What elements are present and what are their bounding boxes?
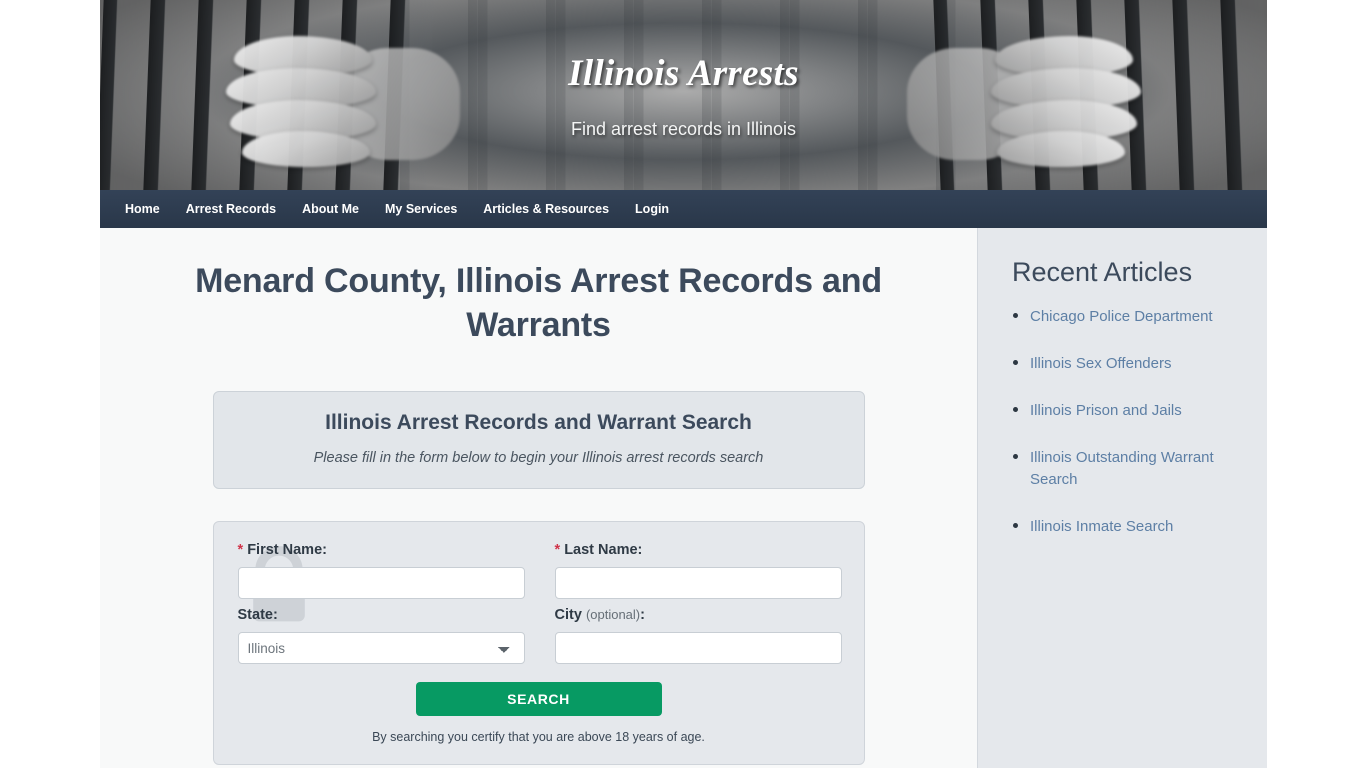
city-label: City (optional): — [555, 607, 842, 623]
callout-arrow-icon — [526, 488, 552, 501]
list-item: Chicago Police Department — [1012, 306, 1241, 328]
search-callout: Illinois Arrest Records and Warrant Sear… — [212, 391, 865, 489]
list-item: Illinois Prison and Jails — [1012, 400, 1241, 422]
page-title: Menard County, Illinois Arrest Records a… — [195, 262, 882, 344]
nav-item-arrest-records[interactable]: Arrest Records — [173, 190, 289, 228]
sidebar-link-illinois-prison-and-jails[interactable]: Illinois Prison and Jails — [1030, 402, 1182, 419]
list-item: Illinois Inmate Search — [1012, 516, 1241, 538]
first-name-label: * First Name: — [238, 542, 525, 558]
main-content: Menard County, Illinois Arrest Records a… — [100, 228, 977, 768]
nav-item-articles-resources[interactable]: Articles & Resources — [470, 190, 622, 228]
last-name-label-text: Last Name: — [564, 542, 643, 558]
search-button[interactable]: SEARCH — [415, 682, 662, 716]
sidebar-title: Recent Articles — [1012, 257, 1193, 287]
nav-item-login[interactable]: Login — [622, 190, 682, 228]
form-row-location: State: Illinois City (optional): — [237, 607, 842, 664]
state-select[interactable]: Illinois — [237, 632, 525, 664]
first-name-label-text: First Name: — [247, 542, 327, 558]
field-first-name: * First Name: — [237, 542, 525, 599]
nav-item-home[interactable]: Home — [112, 190, 173, 228]
field-last-name: * Last Name: — [554, 542, 842, 599]
sidebar-link-illinois-inmate-search[interactable]: Illinois Inmate Search — [1030, 518, 1173, 535]
site-header-banner: Illinois Arrests Find arrest records in … — [100, 0, 1267, 190]
submit-area: SEARCH — [238, 682, 840, 716]
sidebar: Recent Articles Chicago Police Departmen… — [977, 228, 1267, 768]
site-tagline: Find arrest records in Illinois — [570, 119, 797, 139]
site-branding: Illinois Arrests Find arrest records in … — [100, 52, 1267, 140]
state-label: State: — [237, 607, 278, 623]
sidebar-link-chicago-police-department[interactable]: Chicago Police Department — [1030, 308, 1213, 325]
arrest-search-form: * First Name: * Last Name: State: Illino… — [212, 521, 865, 765]
sidebar-link-illinois-sex-offenders[interactable]: Illinois Sex Offenders — [1030, 355, 1171, 372]
city-label-colon: : — [640, 607, 645, 623]
field-state: State: Illinois — [237, 607, 525, 664]
main-navigation: Home Arrest Records About Me My Services… — [100, 190, 1267, 228]
last-name-label: * Last Name: — [555, 542, 842, 558]
city-optional-note: (optional) — [585, 607, 641, 622]
list-item: Illinois Sex Offenders — [1012, 353, 1241, 375]
callout-subtext: Please fill in the form below to begin y… — [313, 450, 764, 466]
site-container: Illinois Arrests Find arrest records in … — [100, 0, 1267, 768]
recent-articles-list: Chicago Police Department Illinois Sex O… — [1012, 306, 1241, 538]
callout-heading: Illinois Arrest Records and Warrant Sear… — [325, 411, 752, 434]
field-city: City (optional): — [554, 607, 842, 664]
city-label-text: City — [554, 607, 582, 623]
page-root: Illinois Arrests Find arrest records in … — [0, 0, 1366, 768]
list-item: Illinois Outstanding Warrant Search — [1012, 447, 1241, 491]
nav-item-my-services[interactable]: My Services — [372, 190, 470, 228]
nav-item-about-me[interactable]: About Me — [289, 190, 372, 228]
required-marker: * — [237, 542, 244, 558]
required-marker: * — [554, 542, 561, 558]
sidebar-link-illinois-outstanding-warrant-search[interactable]: Illinois Outstanding Warrant Search — [1030, 449, 1214, 488]
last-name-input[interactable] — [554, 567, 842, 599]
content-columns: Menard County, Illinois Arrest Records a… — [100, 228, 1267, 768]
city-input[interactable] — [554, 632, 842, 664]
site-title: Illinois Arrests — [568, 53, 799, 94]
age-disclaimer: By searching you certify that you are ab… — [372, 730, 705, 744]
form-row-names: * First Name: * Last Name: — [237, 542, 842, 599]
first-name-input[interactable] — [237, 567, 525, 599]
